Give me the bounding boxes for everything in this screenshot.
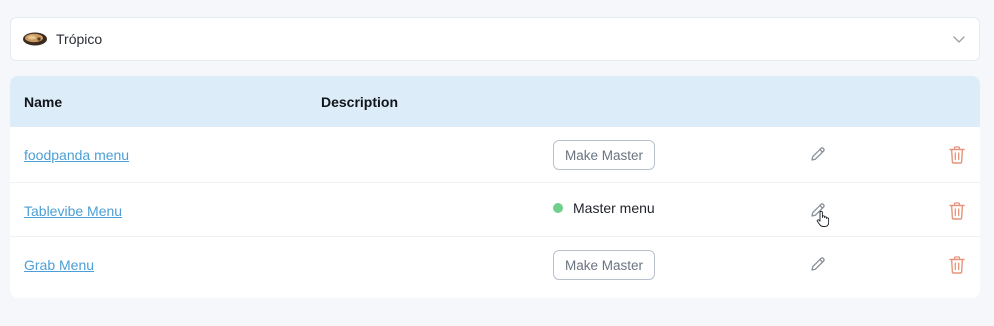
master-menu-status: Master menu xyxy=(553,200,655,216)
master-menu-label: Master menu xyxy=(573,200,655,216)
chevron-down-icon[interactable] xyxy=(951,31,967,47)
edit-icon[interactable] xyxy=(809,255,827,273)
delete-icon[interactable] xyxy=(948,201,966,221)
status-dot xyxy=(553,203,563,213)
menu-name-link[interactable]: Tablevibe Menu xyxy=(24,203,122,219)
edit-icon[interactable] xyxy=(809,145,827,163)
table-row: foodpanda menu Make Master xyxy=(10,127,980,183)
restaurant-select-value: Trópico xyxy=(56,31,103,47)
make-master-button[interactable]: Make Master xyxy=(553,250,655,280)
column-header-name: Name xyxy=(24,94,63,110)
delete-icon[interactable] xyxy=(948,255,966,275)
column-header-description: Description xyxy=(321,94,399,110)
restaurant-select[interactable]: Trópico xyxy=(10,17,980,61)
menus-table: Name Description foodpanda menu Make Mas… xyxy=(10,76,980,298)
menu-name-link[interactable]: foodpanda menu xyxy=(24,147,129,163)
hand-cursor-icon xyxy=(816,210,830,228)
table-header: Name Description xyxy=(10,76,980,127)
table-row: Tablevibe Menu Master menu xyxy=(10,183,980,237)
menu-name-link[interactable]: Grab Menu xyxy=(24,257,94,273)
delete-icon[interactable] xyxy=(948,145,966,165)
make-master-button[interactable]: Make Master xyxy=(553,140,655,170)
restaurant-logo-icon xyxy=(22,30,48,48)
table-row: Grab Menu Make Master xyxy=(10,237,980,296)
